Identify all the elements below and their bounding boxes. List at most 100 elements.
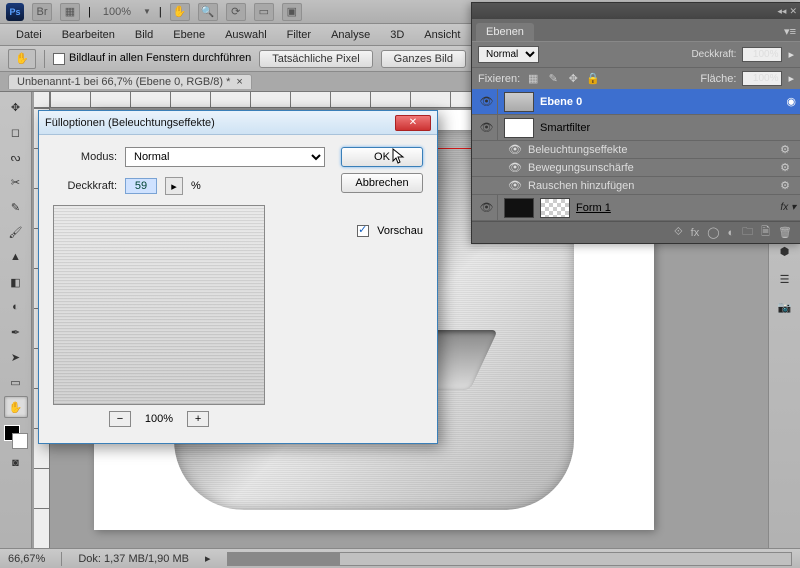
panel-menu-icon[interactable]: ▾≡ — [784, 25, 796, 38]
photo-icon[interactable]: 📷 — [773, 296, 797, 318]
cancel-button[interactable]: Abbrechen — [341, 173, 423, 193]
zoom-tool-shortcut[interactable]: 🔍 — [198, 3, 218, 21]
move-tool[interactable]: ✥ — [4, 96, 28, 118]
dev-icon[interactable]: ☰ — [773, 268, 797, 290]
visibility-icon[interactable]: 👁 — [479, 201, 495, 214]
menu-auswahl[interactable]: Auswahl — [217, 26, 275, 44]
opacity-input[interactable]: 59 — [125, 178, 157, 194]
menu-bearbeiten[interactable]: Bearbeiten — [54, 26, 123, 44]
status-zoom[interactable]: 66,67% — [8, 553, 45, 565]
eraser-tool[interactable]: ◧ — [4, 271, 28, 293]
filter-mask-thumb[interactable] — [504, 118, 534, 138]
current-tool-icon[interactable]: ✋ — [8, 49, 36, 69]
brush-tool[interactable]: 🖌 — [4, 221, 28, 243]
lock-pixels-icon[interactable]: ✎ — [546, 72, 560, 86]
crop-tool[interactable]: ✂ — [4, 171, 28, 193]
fill-flyout-icon[interactable]: ▸ — [788, 72, 794, 85]
filter-beleuchtungseffekte[interactable]: 👁 Beleuchtungseffekte ⚙ — [472, 141, 800, 159]
layer-name[interactable]: Form 1 — [576, 202, 774, 214]
menu-ansicht[interactable]: Ansicht — [416, 26, 468, 44]
menu-analyse[interactable]: Analyse — [323, 26, 378, 44]
menu-3d[interactable]: 3D — [382, 26, 412, 44]
visibility-icon[interactable]: 👁 — [508, 143, 522, 156]
color-swatches[interactable] — [4, 425, 28, 449]
blend-mode-select[interactable]: Normal — [478, 46, 539, 63]
filter-bewegungsunschaerfe[interactable]: 👁 Bewegungsunschärfe ⚙ — [472, 159, 800, 177]
pen-tool[interactable]: ✒ — [4, 321, 28, 343]
horizontal-scrollbar[interactable] — [227, 552, 792, 566]
dialog-titlebar[interactable]: Fülloptionen (Beleuchtungseffekte) ✕ — [39, 111, 437, 135]
stamp-tool[interactable]: ▲ — [4, 246, 28, 268]
mini-bridge-button[interactable]: ▦ — [60, 3, 80, 21]
vector-mask-thumb[interactable] — [540, 198, 570, 218]
smartfilter-row[interactable]: 👁 Smartfilter — [472, 115, 800, 141]
layer-ebene-0[interactable]: 👁 Ebene 0 ◉ — [472, 89, 800, 115]
fx-badge[interactable]: fx ▾ — [780, 202, 796, 213]
opacity-flyout-icon[interactable]: ▸ — [788, 48, 794, 61]
status-menu-icon[interactable]: ▸ — [205, 552, 211, 565]
layer-name[interactable]: Ebene 0 — [540, 96, 780, 108]
hand-tool[interactable]: ✋ — [4, 396, 28, 418]
filter-blend-icon[interactable]: ⚙ — [780, 161, 796, 174]
status-doc-size[interactable]: Dok: 1,37 MB/1,90 MB — [78, 553, 189, 565]
link-layers-icon[interactable]: ⟐ — [674, 226, 683, 239]
menu-datei[interactable]: Datei — [8, 26, 50, 44]
ok-button[interactable]: OK — [341, 147, 423, 167]
visibility-icon[interactable]: 👁 — [479, 121, 495, 134]
lasso-tool[interactable]: ᔓ — [4, 146, 28, 168]
arrange-docs-button[interactable]: ▭ — [254, 3, 274, 21]
document-tab[interactable]: Unbenannt-1 bei 66,7% (Ebene 0, RGB/8) *… — [8, 74, 252, 89]
zoom-out-button[interactable]: − — [109, 411, 131, 427]
close-tab-icon[interactable]: × — [236, 76, 242, 88]
screen-mode-button[interactable]: ▣ — [282, 3, 302, 21]
dialog-preview-image[interactable] — [53, 205, 265, 405]
shape-tool[interactable]: ▭ — [4, 371, 28, 393]
dialog-close-icon[interactable]: ✕ — [395, 115, 431, 131]
layer-form-1[interactable]: 👁 Form 1 fx ▾ — [472, 195, 800, 221]
eyedropper-tool[interactable]: ✎ — [4, 196, 28, 218]
quickmask-toggle[interactable]: ◙ — [4, 452, 28, 474]
layer-fx-icon[interactable]: fx — [691, 227, 700, 239]
panel-close-icon[interactable]: ✕ — [789, 6, 797, 17]
panel-collapse-icon[interactable]: ◂◂ — [777, 6, 786, 17]
menu-ebene[interactable]: Ebene — [165, 26, 213, 44]
filter-rauschen[interactable]: 👁 Rauschen hinzufügen ⚙ — [472, 177, 800, 195]
mode-select[interactable]: Normal — [125, 147, 325, 167]
layers-tab[interactable]: Ebenen — [476, 23, 534, 41]
zoom-in-button[interactable]: + — [187, 411, 209, 427]
visibility-icon[interactable]: 👁 — [508, 179, 522, 192]
rotate-view-shortcut[interactable]: ⟳ — [226, 3, 246, 21]
fill-field[interactable]: 100% — [742, 71, 782, 86]
zoom-dropdown-icon[interactable]: ▼ — [143, 7, 151, 16]
lock-all-icon[interactable]: 🔒 — [586, 72, 600, 86]
visibility-icon[interactable]: 👁 — [508, 161, 522, 174]
fit-screen-button[interactable]: Ganzes Bild — [381, 50, 466, 68]
delete-layer-icon[interactable]: 🗑 — [778, 226, 792, 239]
marquee-tool[interactable]: ◻ — [4, 121, 28, 143]
layer-thumb[interactable] — [504, 198, 534, 218]
layers-panel-footer: ⟐ fx ◯ ◐ 🗀 🗎 🗑 — [472, 221, 800, 243]
actual-pixels-button[interactable]: Tatsächliche Pixel — [259, 50, 372, 68]
menu-filter[interactable]: Filter — [279, 26, 319, 44]
zoom-level[interactable]: 100% — [99, 6, 135, 18]
layer-mask-icon[interactable]: ◯ — [707, 226, 719, 239]
menu-bild[interactable]: Bild — [127, 26, 161, 44]
hand-tool-shortcut[interactable]: ✋ — [170, 3, 190, 21]
new-fill-icon[interactable]: ◐ — [728, 227, 735, 239]
preview-checkbox[interactable] — [357, 225, 369, 237]
opacity-slider-flyout[interactable]: ▸ — [165, 177, 183, 195]
new-layer-icon[interactable]: 🗎 — [761, 223, 770, 242]
opacity-field[interactable]: 100% — [742, 47, 782, 62]
lock-transparent-icon[interactable]: ▦ — [526, 72, 540, 86]
layer-thumb[interactable] — [504, 92, 534, 112]
ruler-origin[interactable] — [34, 92, 50, 108]
visibility-icon[interactable]: 👁 — [479, 95, 495, 108]
scroll-all-checkbox[interactable]: Bildlauf in allen Fenstern durchführen — [53, 52, 251, 64]
bridge-button[interactable]: Br — [32, 3, 52, 21]
filter-blend-icon[interactable]: ⚙ — [780, 179, 796, 192]
lock-position-icon[interactable]: ✥ — [566, 72, 580, 86]
path-select-tool[interactable]: ➤ — [4, 346, 28, 368]
filter-blend-icon[interactable]: ⚙ — [780, 143, 796, 156]
gradient-tool[interactable]: ◐ — [4, 296, 28, 318]
new-group-icon[interactable]: 🗀 — [742, 223, 753, 242]
